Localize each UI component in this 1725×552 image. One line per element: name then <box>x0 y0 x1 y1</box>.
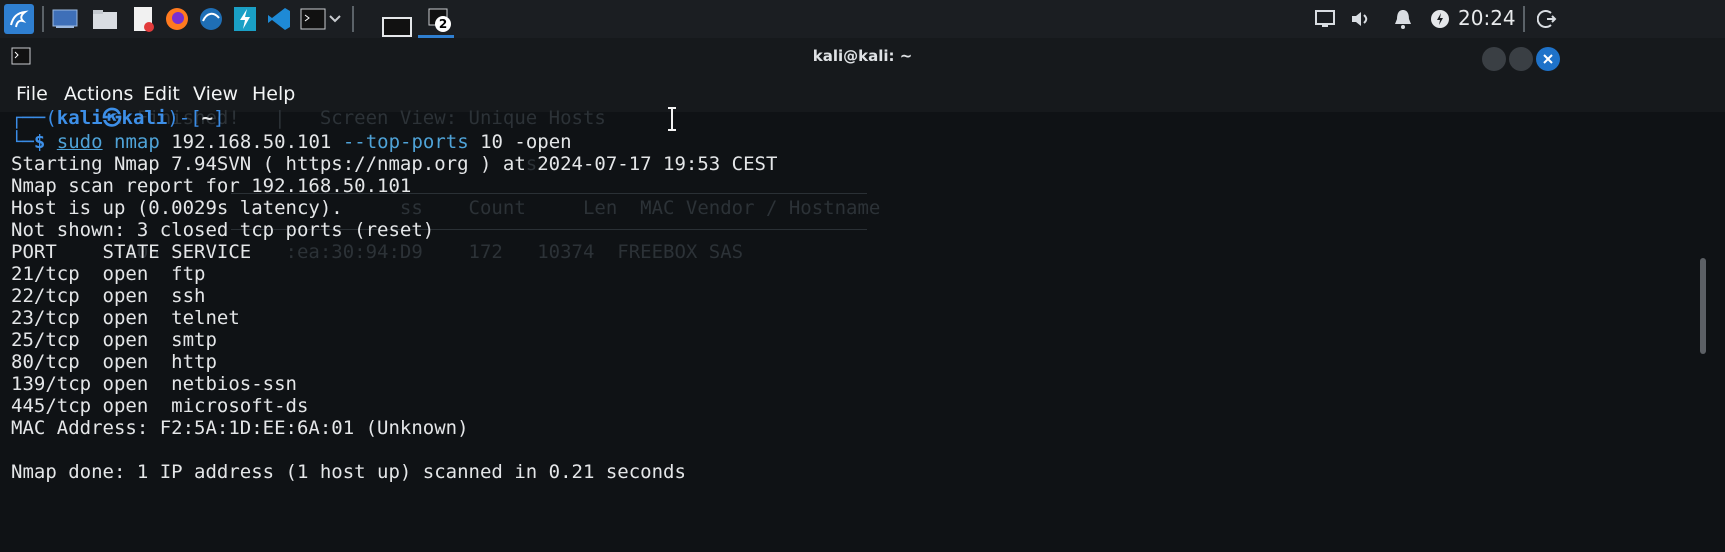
prompt-host: kali <box>121 107 168 129</box>
menu-help[interactable]: Help <box>252 83 295 105</box>
prompt-line: ┌──(kali㉿kali)-[~] <box>11 106 225 130</box>
output-line: 25/tcp open smtp <box>11 329 217 351</box>
text-cursor-icon <box>665 106 679 136</box>
output-line: MAC Address: F2:5A:1D:EE:6A:01 (Unknown) <box>11 417 469 439</box>
menu-file[interactable]: File <box>16 83 48 105</box>
cmd-sudo: sudo <box>56 131 103 153</box>
minimize-button[interactable] <box>1482 47 1506 71</box>
show-desktop-icon[interactable] <box>50 4 80 34</box>
output-line: 21/tcp open ftp <box>11 263 206 285</box>
window-title: kali@kali: ~ <box>812 47 913 65</box>
vscode-icon[interactable] <box>264 4 294 34</box>
workspace-count-badge: 2 <box>435 16 451 32</box>
prompt-open: ┌──( <box>11 107 57 129</box>
output-line: Not shown: 3 closed tcp ports (reset) <box>11 219 435 241</box>
menu-edit[interactable]: Edit <box>143 83 180 105</box>
terminal-launcher-icon[interactable] <box>298 4 328 34</box>
cmd-flag: --top-ports <box>342 131 469 153</box>
panel-separator <box>1523 6 1525 32</box>
kali-menu-icon[interactable] <box>4 4 34 34</box>
workspace-2[interactable]: 2 <box>418 3 454 38</box>
close-button[interactable] <box>1536 47 1560 71</box>
output-line: Nmap scan report for 192.168.50.101 <box>11 175 412 197</box>
clock[interactable]: 20:24 <box>1458 6 1516 30</box>
output-line: 445/tcp open microsoft-ds <box>11 395 309 417</box>
display-icon[interactable] <box>1310 4 1340 34</box>
power-manager-icon[interactable] <box>1425 4 1455 34</box>
file-manager-icon[interactable] <box>90 4 120 34</box>
output-line: 80/tcp open http <box>11 351 217 373</box>
chevron-down-icon[interactable] <box>326 4 344 34</box>
notification-bell-icon[interactable] <box>1388 4 1418 34</box>
cmd-args: 192.168.50.101 <box>159 131 343 153</box>
prompt-user: kali <box>56 107 103 129</box>
panel-separator <box>42 6 44 32</box>
panel-separator <box>352 6 354 32</box>
cmd-nmap: nmap <box>114 131 160 153</box>
command-line: └─$ sudo nmap 192.168.50.101 --top-ports… <box>11 130 572 154</box>
firefox-icon[interactable] <box>162 4 192 34</box>
output-line: Host is up (0.0029s latency). <box>11 197 343 219</box>
cmd-rest: 10 -open <box>468 131 572 153</box>
output-line: Nmap done: 1 IP address (1 host up) scan… <box>11 461 686 483</box>
output-line: 139/tcp open netbios-ssn <box>11 373 297 395</box>
prompt-end: ] <box>213 107 225 129</box>
prompt-at: ㉿ <box>102 107 122 129</box>
output-line: PORT STATE SERVICE <box>11 241 252 263</box>
logout-icon[interactable] <box>1532 4 1562 34</box>
output-line: 23/tcp open telnet <box>11 307 240 329</box>
workspace-1[interactable] <box>356 3 416 37</box>
prompt-close: )-[ <box>167 107 202 129</box>
menu-view[interactable]: View <box>193 83 238 105</box>
prompt-corner: └─ <box>11 131 34 153</box>
output-line: Starting Nmap 7.94SVN ( https://nmap.org… <box>11 153 778 175</box>
menu-actions[interactable]: Actions <box>64 83 133 105</box>
terminal-area[interactable]: : Finished! | Screen View: Unique Hosts … <box>0 107 1725 552</box>
prompt-dir: ~ <box>201 107 214 129</box>
volume-icon[interactable] <box>1346 4 1376 34</box>
top-panel: 2 20:24 <box>0 0 1725 38</box>
prompt-dollar: $ <box>33 131 46 153</box>
maximize-button[interactable] <box>1509 47 1533 71</box>
wireshark-icon[interactable] <box>196 4 226 34</box>
scrollbar[interactable] <box>1700 258 1706 354</box>
burp-suite-icon[interactable] <box>230 4 260 34</box>
text-editor-icon[interactable] <box>128 4 158 34</box>
output-line: 22/tcp open ssh <box>11 285 206 307</box>
window-titlebar[interactable]: kali@kali: ~ <box>0 38 1725 78</box>
